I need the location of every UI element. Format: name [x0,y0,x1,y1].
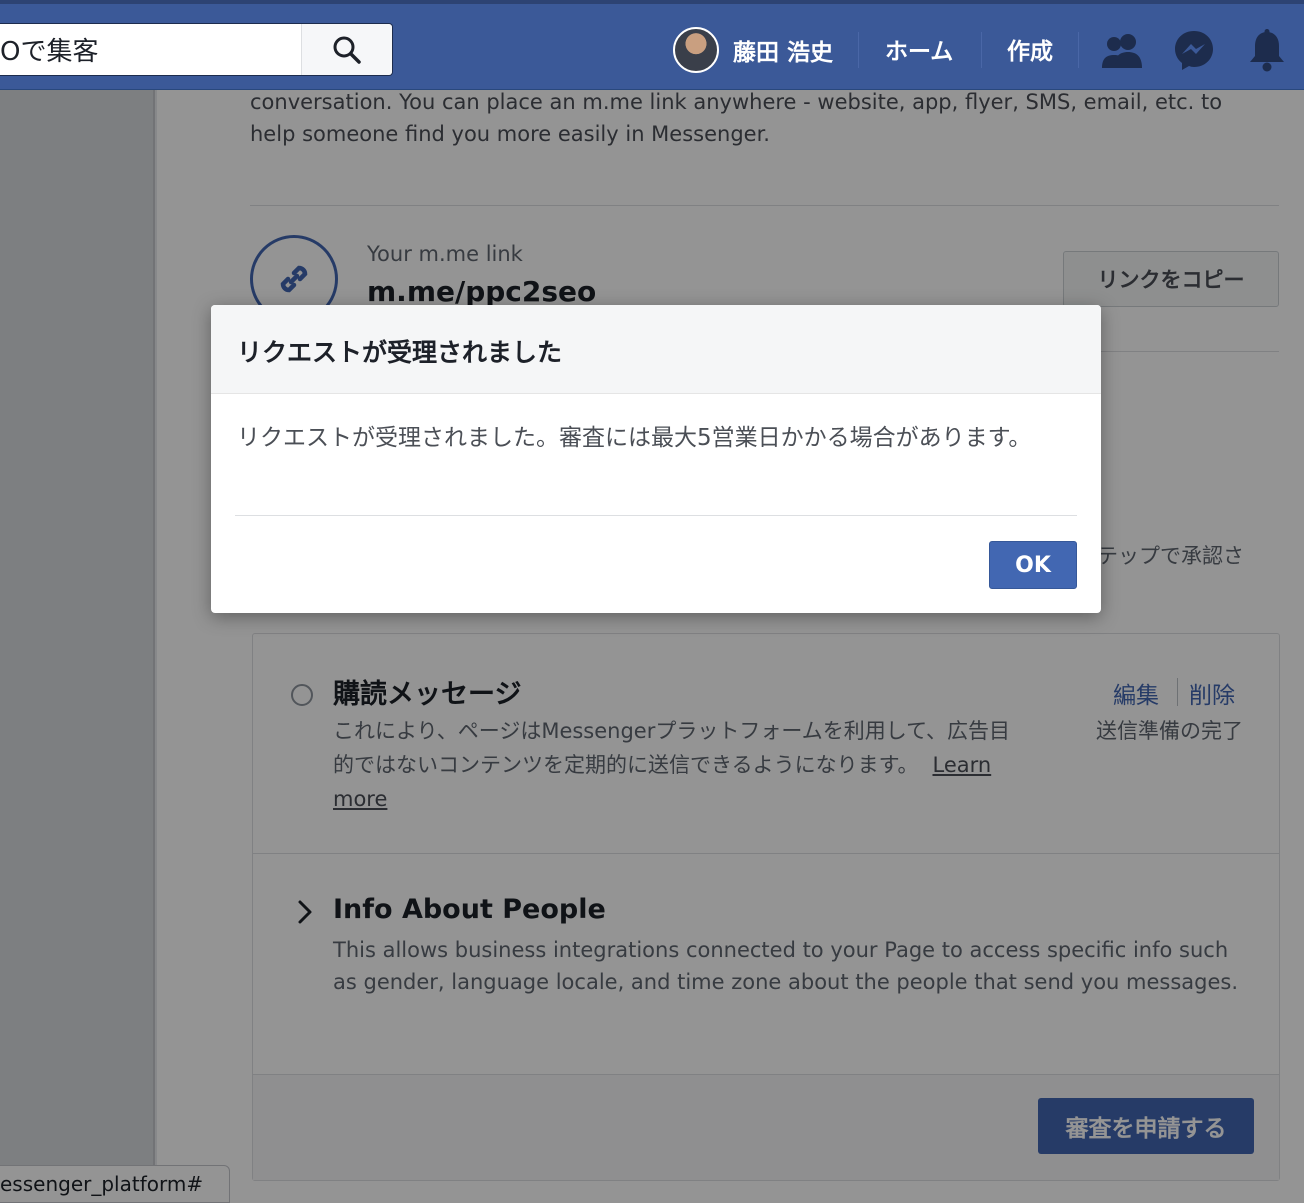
confirmation-dialog: リクエストが受理されました リクエストが受理されました。審査には最大5営業日かか… [211,305,1101,613]
notifications-button[interactable] [1245,28,1289,72]
messenger-button[interactable] [1172,28,1216,72]
nav-divider [981,32,982,68]
profile-link[interactable]: 藤田 浩史 [673,26,833,74]
avatar [673,27,719,73]
friends-button[interactable] [1100,28,1144,72]
nav-home-link[interactable]: ホーム [885,32,953,66]
search-input[interactable] [0,24,300,75]
dialog-header: リクエストが受理されました [211,305,1101,394]
top-navigation-bar: 藤田 浩史 ホーム 作成 [0,0,1304,90]
nav-divider [858,32,859,68]
notifications-icon [1250,29,1284,72]
friends-icon [1102,34,1142,68]
nav-divider [1078,32,1079,68]
search-button[interactable] [301,24,392,75]
modal-backdrop[interactable] [0,90,1304,1203]
search-box [0,23,393,76]
dialog-message: リクエストが受理されました。審査には最大5営業日かかる場合があります。 [237,425,1032,451]
nav-create-link[interactable]: 作成 [1007,32,1053,66]
dialog-title: リクエストが受理されました [237,338,563,367]
search-icon [333,36,361,64]
ok-button[interactable]: OK [989,541,1077,589]
profile-name: 藤田 浩史 [733,40,834,66]
dialog-divider [235,515,1077,516]
messenger-icon [1175,31,1213,70]
